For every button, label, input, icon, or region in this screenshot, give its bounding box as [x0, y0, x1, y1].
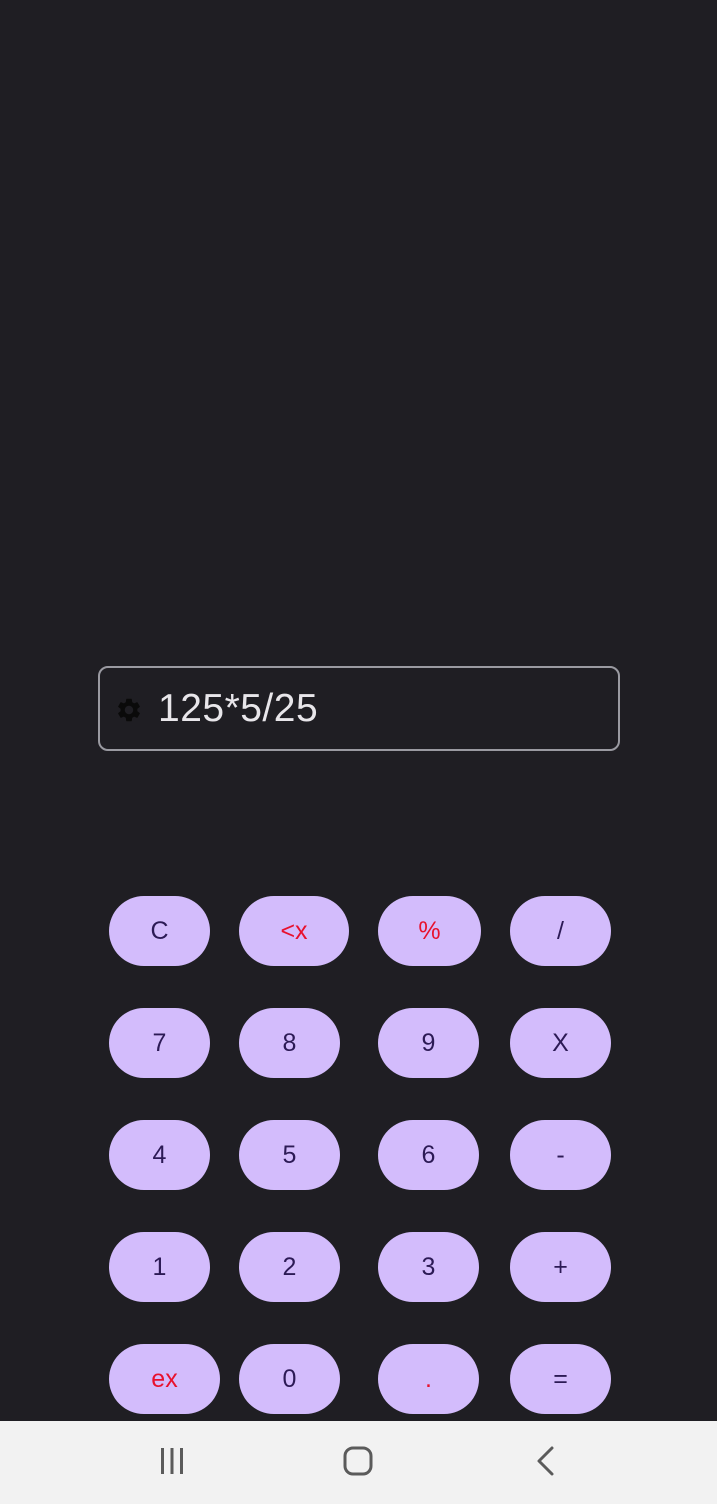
decimal-point-button[interactable]: .	[378, 1344, 479, 1414]
digit-4-button[interactable]: 4	[109, 1120, 210, 1190]
home-button[interactable]	[328, 1439, 388, 1487]
subtract-button[interactable]: -	[510, 1120, 611, 1190]
expression-text: 125*5/25	[158, 687, 319, 730]
expression-display[interactable]: 125*5/25	[98, 666, 620, 751]
digit-5-button[interactable]: 5	[239, 1120, 340, 1190]
digit-9-button[interactable]: 9	[378, 1008, 479, 1078]
recent-apps-icon	[157, 1446, 187, 1481]
digit-8-button[interactable]: 8	[239, 1008, 340, 1078]
digit-6-button[interactable]: 6	[378, 1120, 479, 1190]
calculator-screen: 125*5/25 C <x% / 7 8 9 X 4 5 6- 1 2 3 + ex 0. =	[0, 0, 717, 1504]
back-button[interactable]	[516, 1439, 576, 1487]
percent-button[interactable]: %	[378, 896, 481, 966]
add-button[interactable]: +	[510, 1232, 611, 1302]
home-icon	[342, 1445, 374, 1482]
gear-icon[interactable]	[115, 696, 143, 724]
divide-button[interactable]: /	[510, 896, 611, 966]
digit-0-button[interactable]: 0	[239, 1344, 340, 1414]
back-icon	[531, 1445, 561, 1482]
digit-1-button[interactable]: 1	[109, 1232, 210, 1302]
clear-button[interactable]: C	[109, 896, 210, 966]
digit-2-button[interactable]: 2	[239, 1232, 340, 1302]
multiply-button[interactable]: X	[510, 1008, 611, 1078]
recent-apps-button[interactable]	[142, 1439, 202, 1487]
backspace-button[interactable]: <x	[239, 896, 349, 966]
digit-3-button[interactable]: 3	[378, 1232, 479, 1302]
navigation-bar	[0, 1421, 717, 1504]
ex-button[interactable]: ex	[109, 1344, 220, 1414]
equals-button[interactable]: =	[510, 1344, 611, 1414]
digit-7-button[interactable]: 7	[109, 1008, 210, 1078]
